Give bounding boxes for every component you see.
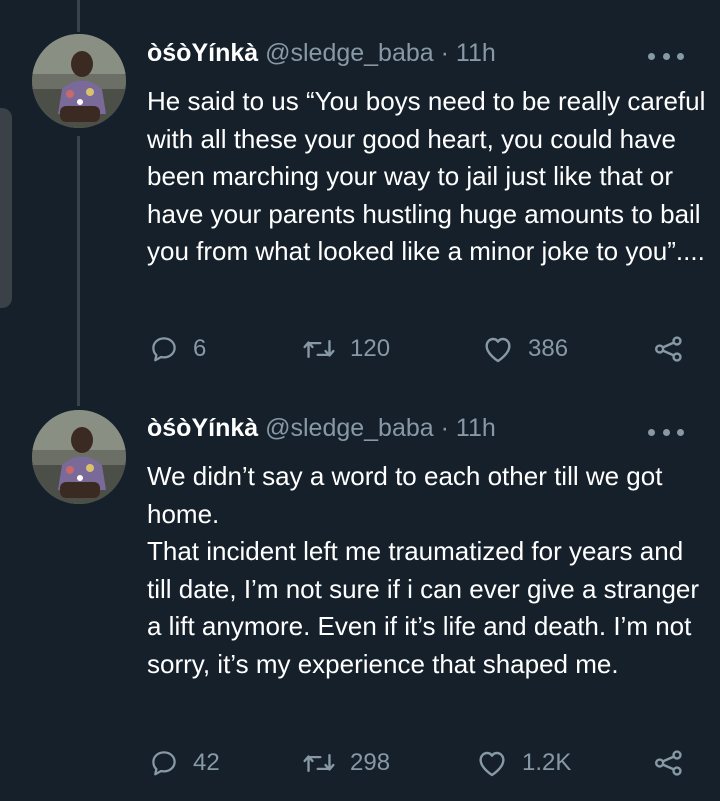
retweet-icon — [303, 753, 335, 773]
tweet-text-paragraph: We didn’t say a word to each other till … — [147, 461, 663, 529]
heart-icon — [485, 337, 511, 363]
heart-icon — [479, 751, 505, 777]
reply-icon — [152, 337, 176, 362]
author-name[interactable]: òśòYínkà — [147, 414, 258, 442]
like-count: 1.2K — [522, 749, 572, 776]
share-button[interactable] — [653, 748, 685, 778]
retweet-count: 298 — [350, 749, 391, 776]
tweet-actions: 6 120 386 — [0, 334, 720, 368]
reply-icon — [152, 751, 176, 776]
author-handle[interactable]: @sledge_baba — [265, 39, 434, 67]
separator: · — [440, 414, 449, 442]
reply-button[interactable]: 42 — [149, 748, 220, 778]
tweet-header: òśòYínkà @sledge_baba · 11h — [147, 38, 496, 68]
timestamp[interactable]: 11h — [456, 39, 496, 67]
tweet-actions: 42 298 1.2K — [0, 748, 720, 782]
avatar[interactable] — [32, 410, 126, 504]
like-button[interactable]: 386 — [482, 334, 568, 364]
tweet[interactable]: òśòYínkà @sledge_baba · 11h We didn’t sa… — [0, 400, 720, 801]
separator: · — [440, 39, 449, 67]
author-handle[interactable]: @sledge_baba — [265, 414, 434, 442]
reply-count: 6 — [193, 335, 207, 362]
tweet-header: òśòYínkà @sledge_baba · 11h — [147, 413, 496, 443]
avatar[interactable] — [32, 34, 126, 128]
tweet[interactable]: òśòYínkà @sledge_baba · 11h He said to u… — [0, 0, 720, 400]
more-icon[interactable] — [648, 422, 684, 442]
more-icon[interactable] — [648, 46, 684, 66]
reply-button[interactable]: 6 — [149, 334, 206, 364]
share-icon — [655, 750, 682, 776]
tweet-text-paragraph: That incident left me traumatized for ye… — [147, 536, 700, 679]
retweet-button[interactable]: 120 — [302, 334, 390, 364]
author-name[interactable]: òśòYínkà — [147, 39, 258, 67]
retweet-button[interactable]: 298 — [302, 748, 390, 778]
retweet-icon — [303, 339, 335, 359]
share-button[interactable] — [653, 334, 685, 364]
timestamp[interactable]: 11h — [456, 414, 496, 442]
tweet-text: He said to us “You boys need to be reall… — [147, 86, 706, 267]
like-button[interactable]: 1.2K — [476, 748, 571, 778]
like-count: 386 — [528, 335, 569, 362]
share-icon — [655, 336, 682, 362]
tweet-text: We didn’t say a word to each other till … — [147, 458, 707, 684]
retweet-count: 120 — [350, 335, 391, 362]
reply-count: 42 — [193, 749, 220, 776]
